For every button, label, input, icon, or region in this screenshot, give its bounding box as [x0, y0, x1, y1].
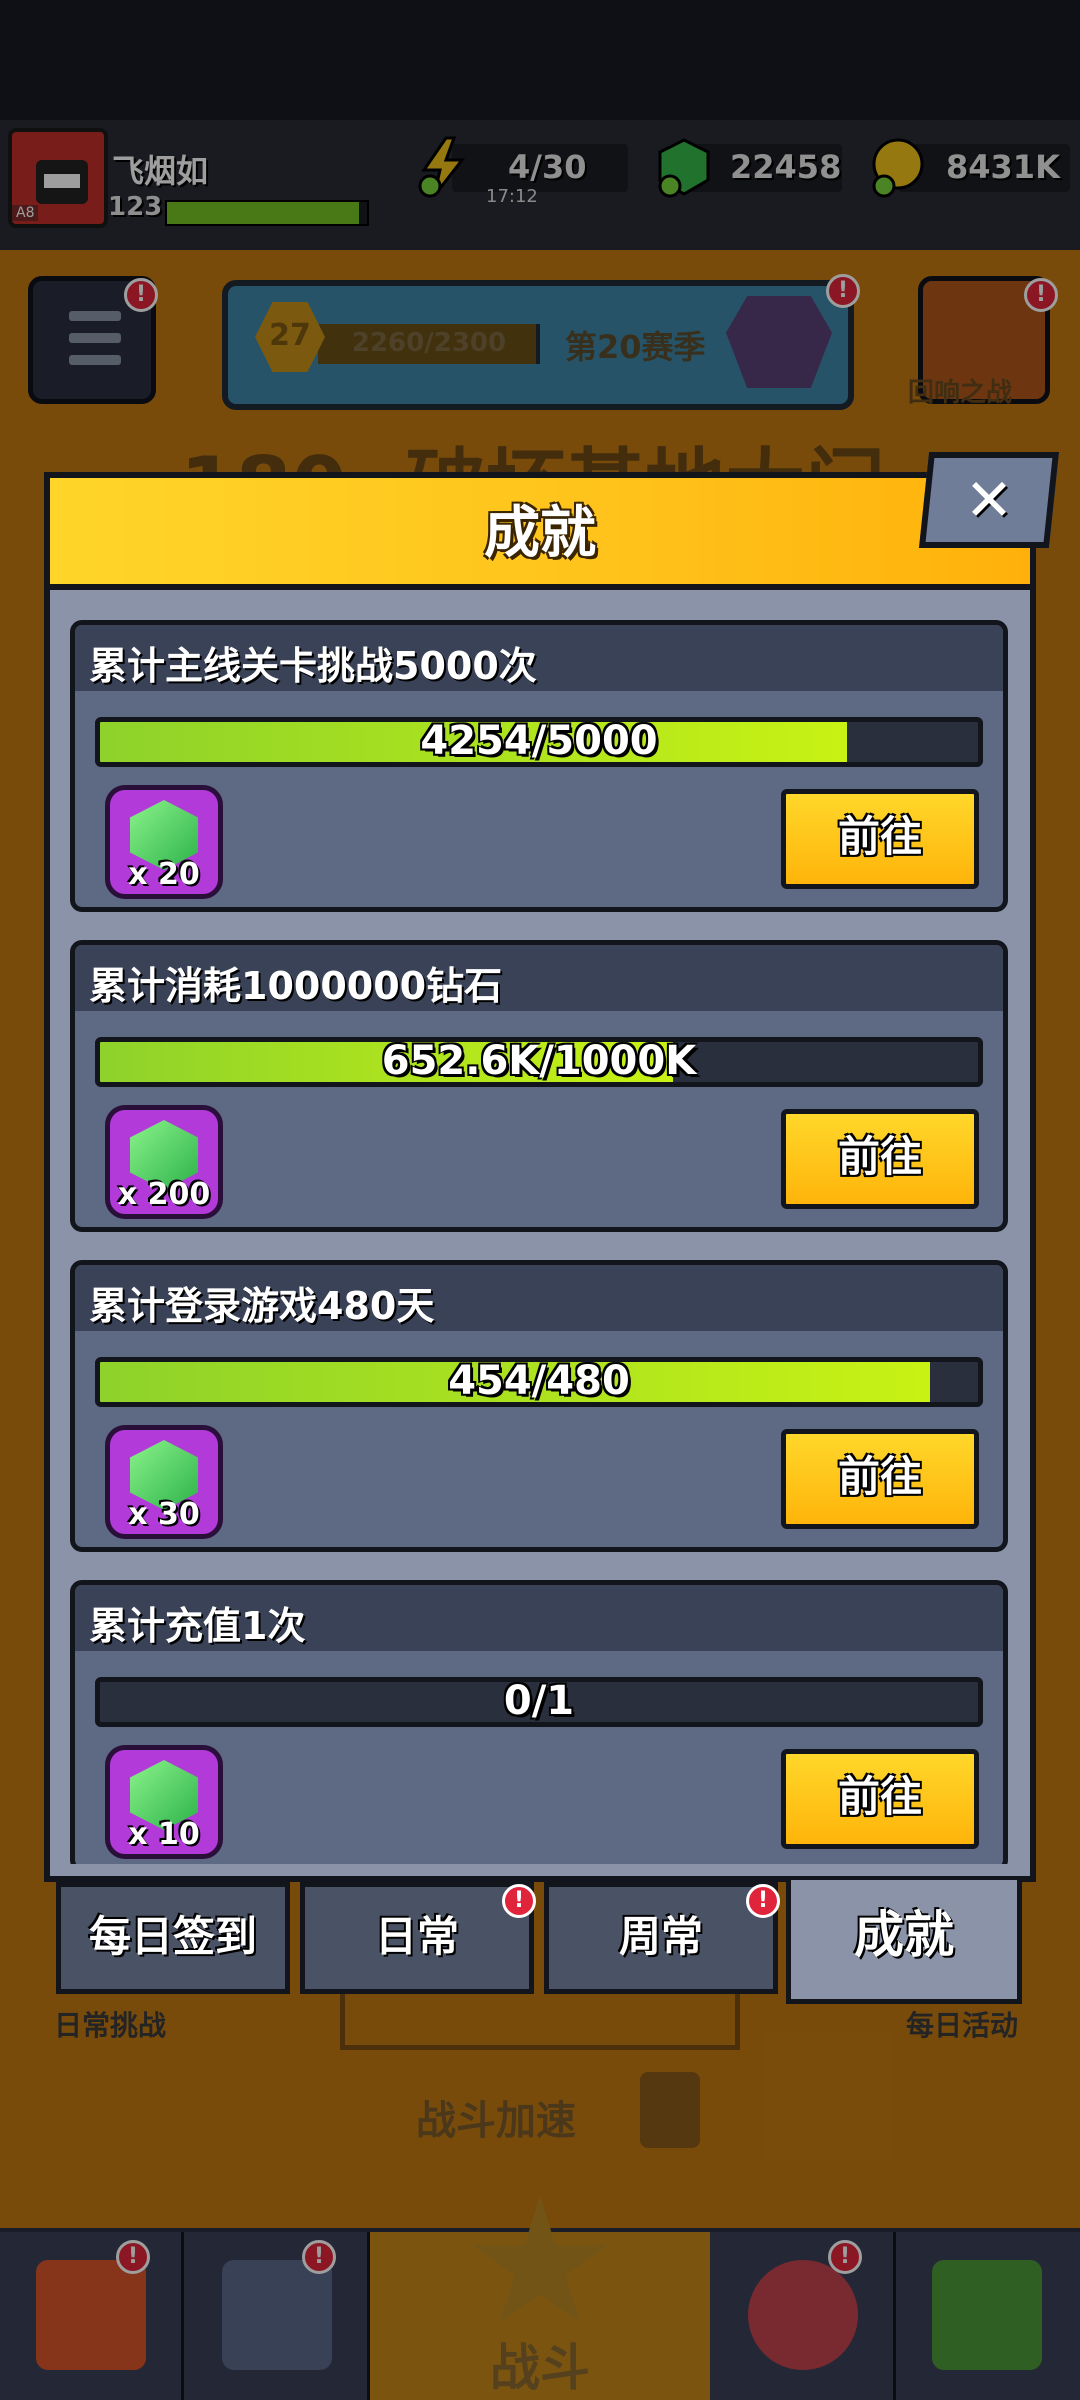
achievement-card-header: 累计消耗1000000钻石	[75, 945, 1003, 1011]
achievement-title: 累计登录游戏480天	[89, 1284, 435, 1328]
achievement-card-header: 累计登录游戏480天	[75, 1265, 1003, 1331]
go-button[interactable]: 前往	[781, 1429, 979, 1529]
tab-weekly-alert-badge: !	[746, 1884, 780, 1918]
achievement-card: 累计主线关卡挑战5000次 4254/5000 x 20 前往	[70, 620, 1008, 912]
status-bar	[0, 0, 1080, 120]
reward-item[interactable]: x 200	[105, 1105, 223, 1219]
achievement-card-header: 累计主线关卡挑战5000次	[75, 625, 1003, 691]
go-button[interactable]: 前往	[781, 789, 979, 889]
go-button[interactable]: 前往	[781, 1749, 979, 1849]
progress-text: 652.6K/1000K	[381, 1038, 697, 1084]
close-icon: ✕	[964, 466, 1014, 534]
achievement-progress-bar: 4254/5000	[95, 717, 983, 767]
reward-quantity: x 20	[128, 857, 200, 892]
achievement-progress-bar: 652.6K/1000K	[95, 1037, 983, 1087]
reward-quantity: x 30	[128, 1497, 200, 1532]
progress-text: 0/1	[503, 1678, 575, 1724]
achievement-progress-bar: 0/1	[95, 1677, 983, 1727]
achievement-title: 累计消耗1000000钻石	[89, 964, 503, 1008]
go-button[interactable]: 前往	[781, 1109, 979, 1209]
progress-text: 4254/5000	[420, 718, 658, 764]
reward-quantity: x 10	[128, 1817, 200, 1852]
reward-item[interactable]: x 10	[105, 1745, 223, 1859]
achievement-card: 累计登录游戏480天 454/480 x 30 前往	[70, 1260, 1008, 1552]
achievement-card-header: 累计充值1次	[75, 1585, 1003, 1651]
tab-daily-alert-badge: !	[502, 1884, 536, 1918]
progress-text: 454/480	[448, 1358, 630, 1404]
reward-item[interactable]: x 30	[105, 1425, 223, 1539]
tab-achievement[interactable]: 成就	[786, 1880, 1022, 2004]
achievement-progress-bar: 454/480	[95, 1357, 983, 1407]
close-button[interactable]: ✕	[918, 452, 1060, 548]
reward-item[interactable]: x 20	[105, 785, 223, 899]
modal-title: 成就	[484, 501, 596, 566]
achievement-card: 累计消耗1000000钻石 652.6K/1000K x 200 前往	[70, 940, 1008, 1232]
reward-quantity: x 200	[117, 1177, 211, 1212]
tab-weekly[interactable]: 周常	[544, 1882, 778, 1994]
achievement-title: 累计主线关卡挑战5000次	[89, 644, 537, 688]
achievement-list[interactable]: 累计主线关卡挑战5000次 4254/5000 x 20 前往 累计消耗1000…	[62, 614, 1014, 1864]
tab-daily[interactable]: 日常	[300, 1882, 534, 1994]
tab-daily-signin[interactable]: 每日签到	[56, 1882, 290, 1994]
achievement-card: 累计充值1次 0/1 x 10 前往	[70, 1580, 1008, 1864]
achievement-title: 累计充值1次	[89, 1604, 306, 1648]
